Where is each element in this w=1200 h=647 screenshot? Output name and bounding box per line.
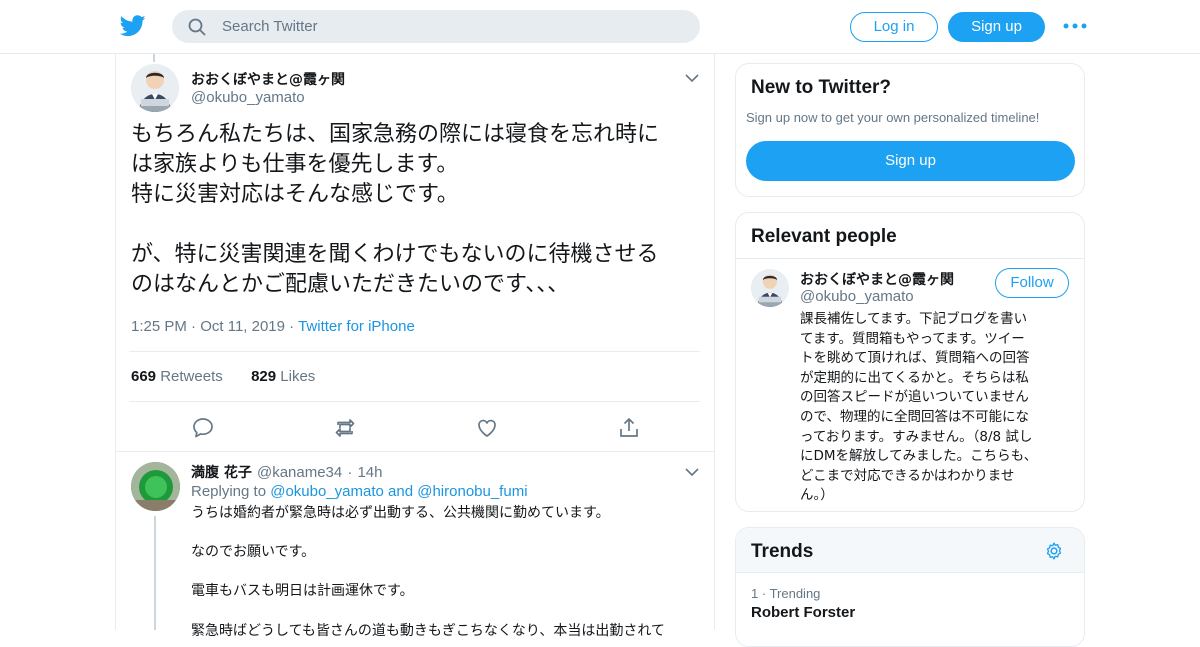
tweet-meta: 1:25 PM · Oct 11, 2019 · Twitter for iPh…	[131, 318, 415, 335]
trend-meta: 1 · Trending	[751, 586, 820, 601]
meta-separator: ·	[761, 586, 770, 601]
retweets-count: 669	[131, 368, 157, 385]
login-button[interactable]: Log in	[850, 12, 938, 42]
thread-line	[153, 54, 155, 62]
sidebar-signup-button[interactable]: Sign up	[746, 141, 1075, 181]
retweet-icon[interactable]	[333, 416, 357, 440]
signup-button[interactable]: Sign up	[948, 12, 1045, 42]
card-title: New to Twitter?	[751, 77, 892, 98]
person-handle[interactable]: @okubo_yamato	[800, 288, 914, 305]
reply-icon[interactable]	[191, 416, 215, 440]
likes-count: 829	[251, 368, 277, 385]
tweet-date[interactable]: Oct 11, 2019	[200, 318, 285, 335]
card-subtitle: Sign up now to get your own personalized…	[746, 110, 1040, 125]
meta-separator: ·	[191, 318, 201, 335]
meta-separator: ·	[347, 464, 353, 481]
reply-author-handle[interactable]: @kaname34	[257, 464, 342, 481]
author-handle[interactable]: @okubo_yamato	[191, 89, 305, 106]
divider	[129, 401, 700, 402]
replying-and: and	[388, 483, 414, 500]
search-input[interactable]	[222, 10, 682, 43]
replying-prefix: Replying to	[191, 483, 267, 500]
relevant-people-card: Relevant people おおくぼやまと@霞ヶ関 @okubo_yamat…	[735, 212, 1085, 512]
tweet-text: もちろん私たちは、国家急務の際には寝食を忘れ時に は家族よりも仕事を優先します。…	[131, 122, 660, 297]
reply-age[interactable]: 14h	[357, 464, 382, 481]
avatar-illustration-icon	[751, 269, 789, 307]
author-avatar[interactable]	[131, 64, 179, 112]
follow-button[interactable]: Follow	[995, 268, 1069, 298]
replying-to: Replying to @okubo_yamato and @hironobu_…	[191, 483, 528, 500]
avatar-illustration-icon	[131, 64, 179, 112]
trend-rank: 1	[751, 586, 759, 601]
likes-label: Likes	[280, 368, 316, 385]
divider	[116, 451, 714, 452]
tweet-column: おおくぼやまと@霞ヶ関 @okubo_yamato もちろん私たちは、国家急務の…	[115, 54, 715, 639]
divider	[129, 351, 700, 352]
like-heart-icon[interactable]	[475, 416, 499, 440]
thread-line	[154, 516, 156, 630]
settings-gear-icon[interactable]	[1044, 541, 1064, 561]
more-icon[interactable]	[1062, 16, 1088, 36]
divider	[736, 258, 1084, 259]
retweets-stat[interactable]: 669 Retweets	[131, 368, 223, 385]
author-name[interactable]: おおくぼやまと@霞ヶ関	[191, 69, 345, 89]
top-bar: Log in Sign up	[0, 0, 1200, 54]
replying-user-link[interactable]: @hironobu_fumi	[417, 483, 527, 500]
chevron-down-icon[interactable]	[685, 467, 699, 477]
meta-separator: ·	[289, 318, 299, 335]
person-avatar[interactable]	[751, 269, 789, 307]
tweet-source[interactable]: Twitter for iPhone	[298, 318, 415, 335]
chevron-down-icon[interactable]	[685, 73, 699, 83]
reply-header: 満腹 花子 @kaname34 · 14h	[191, 462, 382, 482]
card-title: Relevant people	[751, 226, 897, 247]
reply-text: うちは婚約者が緊急時は必ず出動する、公共機関に勤めています。 なのでお願いです。…	[191, 505, 665, 639]
card-title: Trends	[751, 541, 814, 562]
retweets-label: Retweets	[160, 368, 223, 385]
trend-category: Trending	[769, 586, 821, 601]
tweet-time[interactable]: 1:25 PM	[131, 318, 187, 335]
trend-item[interactable]: Robert Forster	[751, 604, 855, 621]
new-to-twitter-card: New to Twitter? Sign up now to get your …	[735, 63, 1085, 197]
reply-author-avatar[interactable]	[131, 462, 180, 511]
likes-stat[interactable]: 829 Likes	[251, 368, 315, 385]
twitter-bird-icon[interactable]	[120, 14, 146, 38]
person-bio: 課長補佐してます。下記ブログを書い てます。質問箱もやってます。ツイー トを眺め…	[800, 311, 1038, 504]
share-icon[interactable]	[617, 416, 641, 440]
person-name[interactable]: おおくぼやまと@霞ヶ関	[800, 269, 954, 289]
search-icon	[188, 18, 206, 36]
search-box[interactable]	[172, 10, 700, 43]
avatar-photo-icon	[131, 462, 180, 511]
tweet-stats: 669 Retweets 829 Likes	[131, 368, 315, 385]
trends-card: Trends 1 · Trending Robert Forster	[735, 527, 1085, 647]
reply-author-name[interactable]: 満腹 花子	[191, 465, 252, 481]
replying-user-link[interactable]: @okubo_yamato	[270, 483, 384, 500]
